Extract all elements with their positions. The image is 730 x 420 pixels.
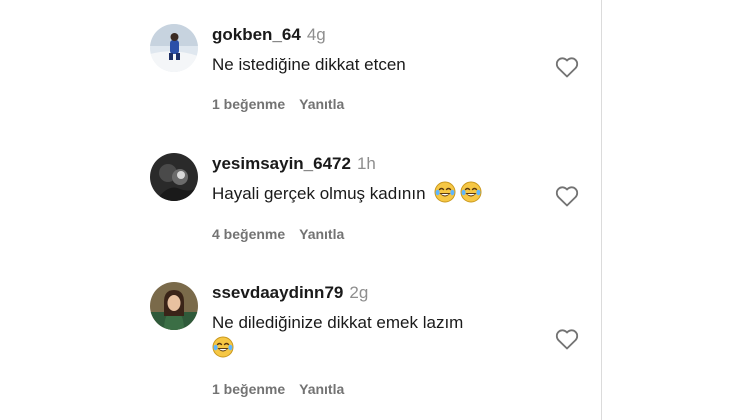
panel-divider — [601, 0, 602, 420]
like-count[interactable]: 1 beğenme — [212, 96, 285, 112]
comment-body: ssevdaaydinn79 2g Ne dilediğinize dikkat … — [212, 282, 572, 362]
heart-outline-icon[interactable] — [555, 328, 579, 350]
comment-text-content: Hayali gerçek olmuş kadının — [212, 184, 426, 203]
comment-text-content: Ne dilediğinize dikkat emek lazım — [212, 313, 464, 332]
avatar[interactable] — [150, 24, 198, 72]
comment-time[interactable]: 4g — [307, 25, 326, 44]
comment-meta: 1 beğenme Yanıtla — [212, 96, 344, 112]
reply-button[interactable]: Yanıtla — [299, 226, 344, 242]
username-link[interactable]: gokben_64 — [212, 25, 301, 44]
reply-button[interactable]: Yanıtla — [299, 96, 344, 112]
comment-body: yesimsayin_6472 1h Hayali gerçek olmuş ka… — [212, 153, 572, 207]
comment-text: Ne istediğine dikkat etcen — [212, 52, 572, 78]
comments-panel: gokben_64 4g Ne istediğine dikkat etcen 1… — [0, 0, 730, 420]
comment-meta: 4 beğenme Yanıtla — [212, 226, 344, 242]
avatar[interactable] — [150, 153, 198, 201]
tears-of-joy-emoji-icon — [460, 181, 482, 203]
reply-button[interactable]: Yanıtla — [299, 381, 344, 397]
like-count[interactable]: 4 beğenme — [212, 226, 285, 242]
comment-header: ssevdaaydinn79 2g — [212, 282, 572, 304]
comment-header: gokben_64 4g — [212, 24, 572, 46]
avatar[interactable] — [150, 282, 198, 330]
comment-time[interactable]: 2g — [349, 283, 368, 302]
like-count[interactable]: 1 beğenme — [212, 381, 285, 397]
comment-body: gokben_64 4g Ne istediğine dikkat etcen — [212, 24, 572, 78]
comment-text: Hayali gerçek olmuş kadının — [212, 181, 572, 207]
comment-text-content: Ne istediğine dikkat etcen — [212, 55, 406, 74]
tears-of-joy-emoji-icon — [434, 181, 456, 203]
comment-meta: 1 beğenme Yanıtla — [212, 381, 344, 397]
heart-outline-icon[interactable] — [555, 56, 579, 78]
comment-header: yesimsayin_6472 1h — [212, 153, 572, 175]
heart-outline-icon[interactable] — [555, 185, 579, 207]
username-link[interactable]: ssevdaaydinn79 — [212, 283, 343, 302]
comment-text: Ne dilediğinize dikkat emek lazım — [212, 310, 572, 362]
comment-time[interactable]: 1h — [357, 154, 376, 173]
tears-of-joy-emoji-icon — [212, 336, 234, 358]
username-link[interactable]: yesimsayin_6472 — [212, 154, 351, 173]
